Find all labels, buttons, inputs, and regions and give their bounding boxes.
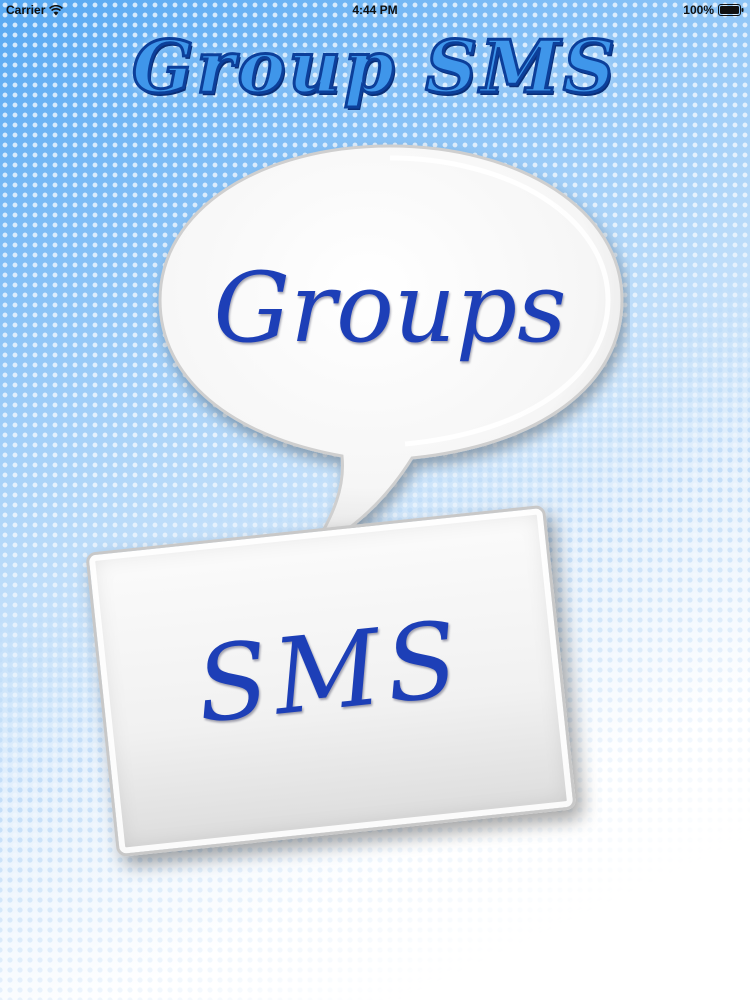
status-right: 100% [683,3,744,17]
battery-icon [718,4,744,16]
status-bar: Carrier 4:44 PM 100% [0,0,750,20]
app-title: Group SMS [131,23,618,111]
sms-label: SMS [190,597,470,747]
status-time: 4:44 PM [352,3,398,17]
battery-percent: 100% [683,3,714,17]
groups-button[interactable]: Groups [150,140,630,560]
launch-screen: Carrier 4:44 PM 100% Group SMS Groups SM… [0,0,750,1000]
sms-button[interactable]: SMS [85,504,577,858]
groups-label: Groups [213,252,567,364]
